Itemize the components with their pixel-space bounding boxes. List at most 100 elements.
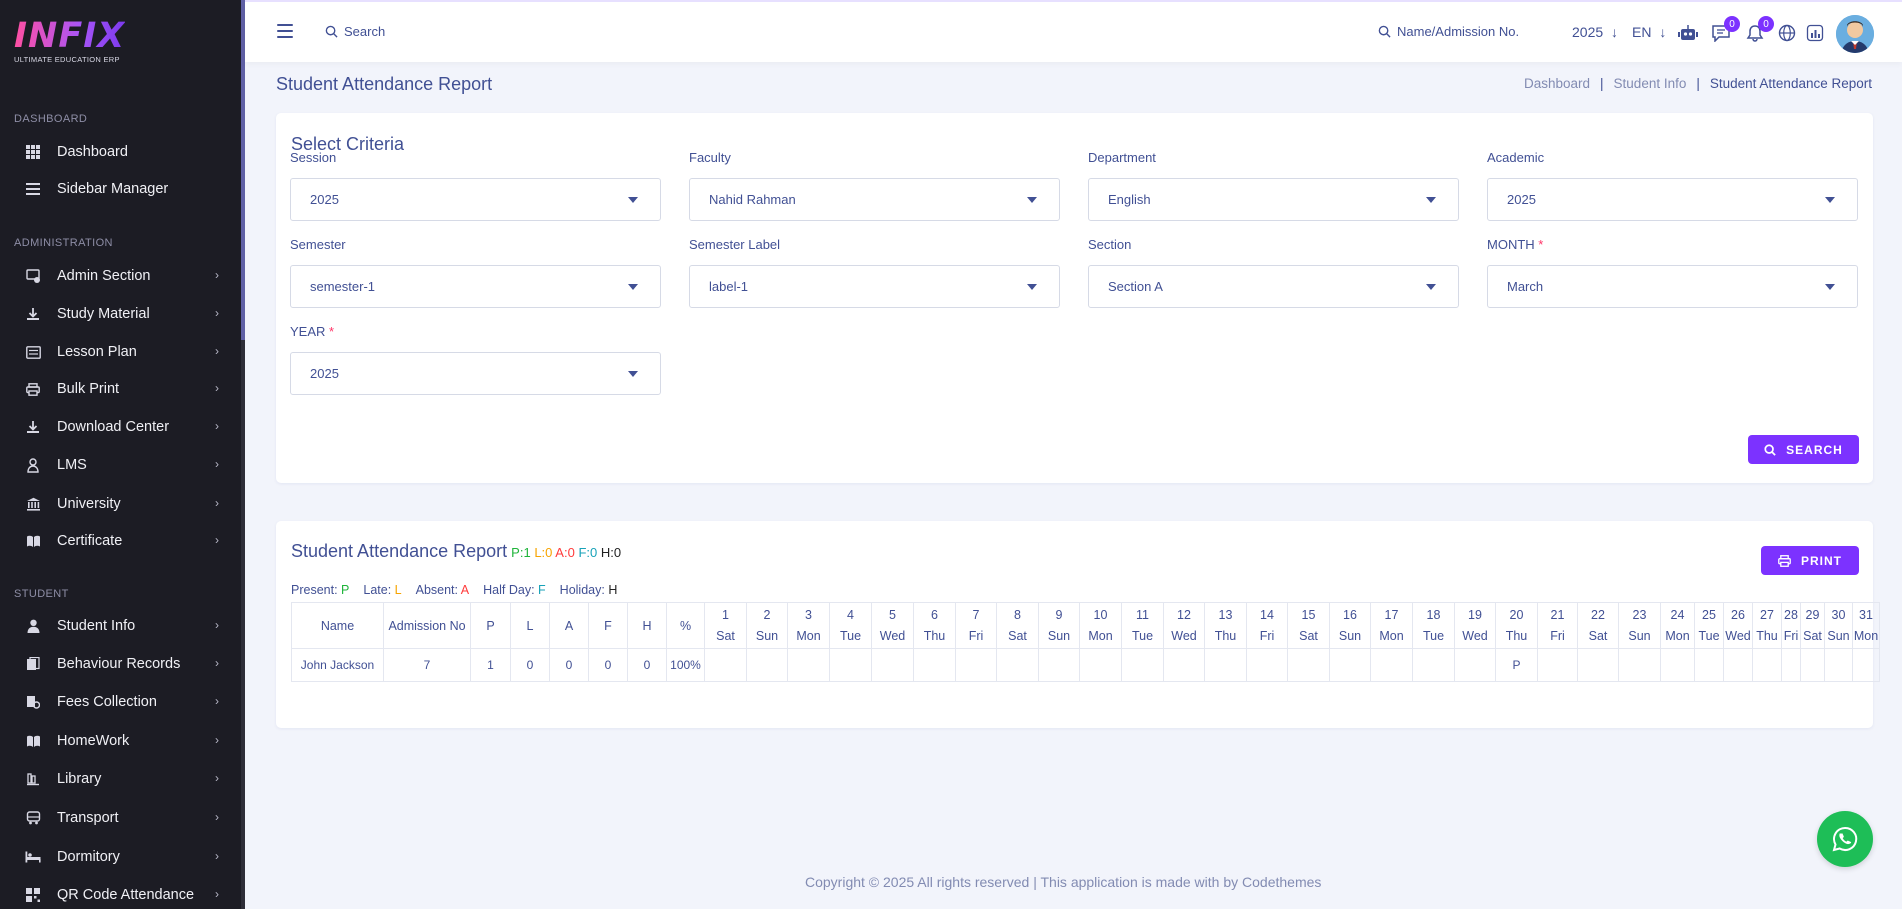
breadcrumb-separator: | [1600, 76, 1604, 91]
day-name: Thu [923, 628, 946, 643]
semester-label-select[interactable]: label-1 [689, 265, 1060, 308]
header-search-input[interactable] [344, 24, 504, 39]
student-search[interactable] [1378, 24, 1537, 39]
legend-label: Holiday: [559, 583, 609, 597]
sidebar-item-dashboard[interactable]: Dashboard [0, 135, 241, 169]
caret-down-icon [628, 197, 638, 203]
language-dropdown[interactable]: EN ↓ [1632, 24, 1666, 40]
sidebar-item-transport[interactable]: Transport › [0, 801, 241, 835]
year-select[interactable]: 2025 [290, 352, 661, 395]
table-cell [1454, 648, 1496, 682]
sidebar-item-study-material[interactable]: Study Material › [0, 297, 241, 331]
day-name: Tue [1131, 628, 1154, 643]
sidebar-item-behaviour-records[interactable]: Behaviour Records › [0, 647, 241, 681]
chart-icon[interactable] [1804, 22, 1826, 44]
sidebar-item-sidebar-manager[interactable]: Sidebar Manager [0, 172, 241, 206]
breadcrumb-student-info[interactable]: Student Info [1614, 76, 1687, 91]
sidebar-scrollbar[interactable] [241, 0, 245, 909]
robot-icon[interactable] [1677, 22, 1699, 44]
academic-value: 2025 [1507, 192, 1536, 207]
day-name: Mon [1853, 628, 1879, 643]
year-label: YEAR * [290, 324, 335, 339]
day-name: Thu [1214, 628, 1237, 643]
semester-select[interactable]: semester-1 [290, 265, 661, 308]
day-name: Wed [1462, 628, 1488, 643]
table-cell: 0 [510, 648, 550, 682]
column-header: Admission No [383, 602, 471, 649]
academic-select[interactable]: 2025 [1487, 178, 1858, 221]
book-icon [25, 733, 41, 749]
day-name: Sun [1338, 628, 1362, 643]
count-present: P:1 [511, 545, 531, 560]
sidebar-item-qr-code-attendance[interactable]: QR Code Attendance › [0, 878, 241, 909]
department-select[interactable]: English [1088, 178, 1459, 221]
day-header: 14 Fri [1246, 602, 1288, 649]
day-number: 14 [1260, 607, 1274, 622]
sidebar-item-download-center[interactable]: Download Center › [0, 410, 241, 444]
day-name: Sat [1803, 628, 1822, 643]
chevron-right-icon: › [215, 656, 219, 670]
book-icon [25, 533, 41, 549]
legend-item: Half Day: F [483, 583, 546, 597]
hamburger-menu-icon[interactable] [277, 24, 293, 38]
report-counts: P:1 L:0 A:0 F:0 H:0 [511, 545, 621, 560]
header-search[interactable] [325, 24, 504, 39]
sidebar-item-homework[interactable]: HomeWork › [0, 724, 241, 758]
session-select[interactable]: 2025 [290, 178, 661, 221]
session-value: 2025 [310, 192, 339, 207]
sidebar-item-admin-section[interactable]: Admin Section › [0, 259, 241, 293]
day-header: 24 Mon [1660, 602, 1695, 649]
year-dropdown[interactable]: 2025 ↓ [1572, 24, 1618, 40]
table-cell [1121, 648, 1164, 682]
sidebar-item-university[interactable]: University › [0, 487, 241, 521]
column-header: L [510, 602, 550, 649]
sidebar-item-label: Bulk Print [57, 381, 120, 397]
caret-down-icon [1825, 197, 1835, 203]
table-cell [1781, 648, 1801, 682]
table-cell [746, 648, 788, 682]
day-name: Sun [755, 628, 779, 643]
sidebar-item-label: University [57, 496, 121, 512]
search-button[interactable]: SEARCH [1748, 435, 1859, 464]
table-cell [1246, 648, 1288, 682]
sidebar-item-lms[interactable]: LMS › [0, 448, 241, 482]
day-number: 2 [763, 607, 771, 622]
breadcrumb-dashboard[interactable]: Dashboard [1524, 76, 1590, 91]
month-label: MONTH * [1487, 237, 1544, 252]
bell-icon[interactable]: 0 [1744, 16, 1774, 44]
day-name: Thu [1756, 628, 1778, 643]
month-select[interactable]: March [1487, 265, 1858, 308]
notifications-badge: 0 [1758, 16, 1774, 32]
required-marker: * [329, 324, 335, 339]
sidebar-item-fees-collection[interactable]: Fees Collection › [0, 685, 241, 719]
section-select[interactable]: Section A [1088, 265, 1459, 308]
globe-icon[interactable] [1776, 22, 1798, 44]
chevron-right-icon: › [215, 419, 219, 433]
sidebar-item-bulk-print[interactable]: Bulk Print › [0, 372, 241, 406]
user-avatar[interactable] [1836, 15, 1874, 53]
day-header: 15 Sat [1287, 602, 1330, 649]
faculty-select[interactable]: Nahid Rahman [689, 178, 1060, 221]
logo[interactable]: INFIX ULTIMATE EDUCATION ERP [14, 18, 125, 64]
day-name: Tue [1422, 628, 1445, 643]
day-number: 13 [1218, 607, 1233, 622]
sidebar-item-certificate[interactable]: Certificate › [0, 524, 241, 558]
day-name: Wed [879, 628, 906, 643]
sidebar-item-library[interactable]: Library › [0, 762, 241, 796]
caret-down-icon [1027, 284, 1037, 290]
day-number: 7 [972, 607, 980, 622]
day-header: 27 Thu [1752, 602, 1782, 649]
sidebar-item-dormitory[interactable]: Dormitory › [0, 840, 241, 874]
student-search-input[interactable] [1397, 24, 1537, 39]
messages-badge: 0 [1724, 16, 1740, 32]
search-icon [1764, 443, 1776, 456]
sidebar-item-lesson-plan[interactable]: Lesson Plan › [0, 335, 241, 369]
chat-icon[interactable]: 0 [1710, 16, 1740, 44]
print-button[interactable]: PRINT [1761, 546, 1859, 575]
day-number: 6 [931, 607, 938, 622]
whatsapp-button[interactable] [1817, 811, 1873, 867]
day-name: Mon [796, 628, 821, 643]
page-title: Student Attendance Report [276, 74, 493, 94]
sidebar-item-student-info[interactable]: Student Info › [0, 609, 241, 643]
logo-tagline: ULTIMATE EDUCATION ERP [14, 55, 120, 64]
